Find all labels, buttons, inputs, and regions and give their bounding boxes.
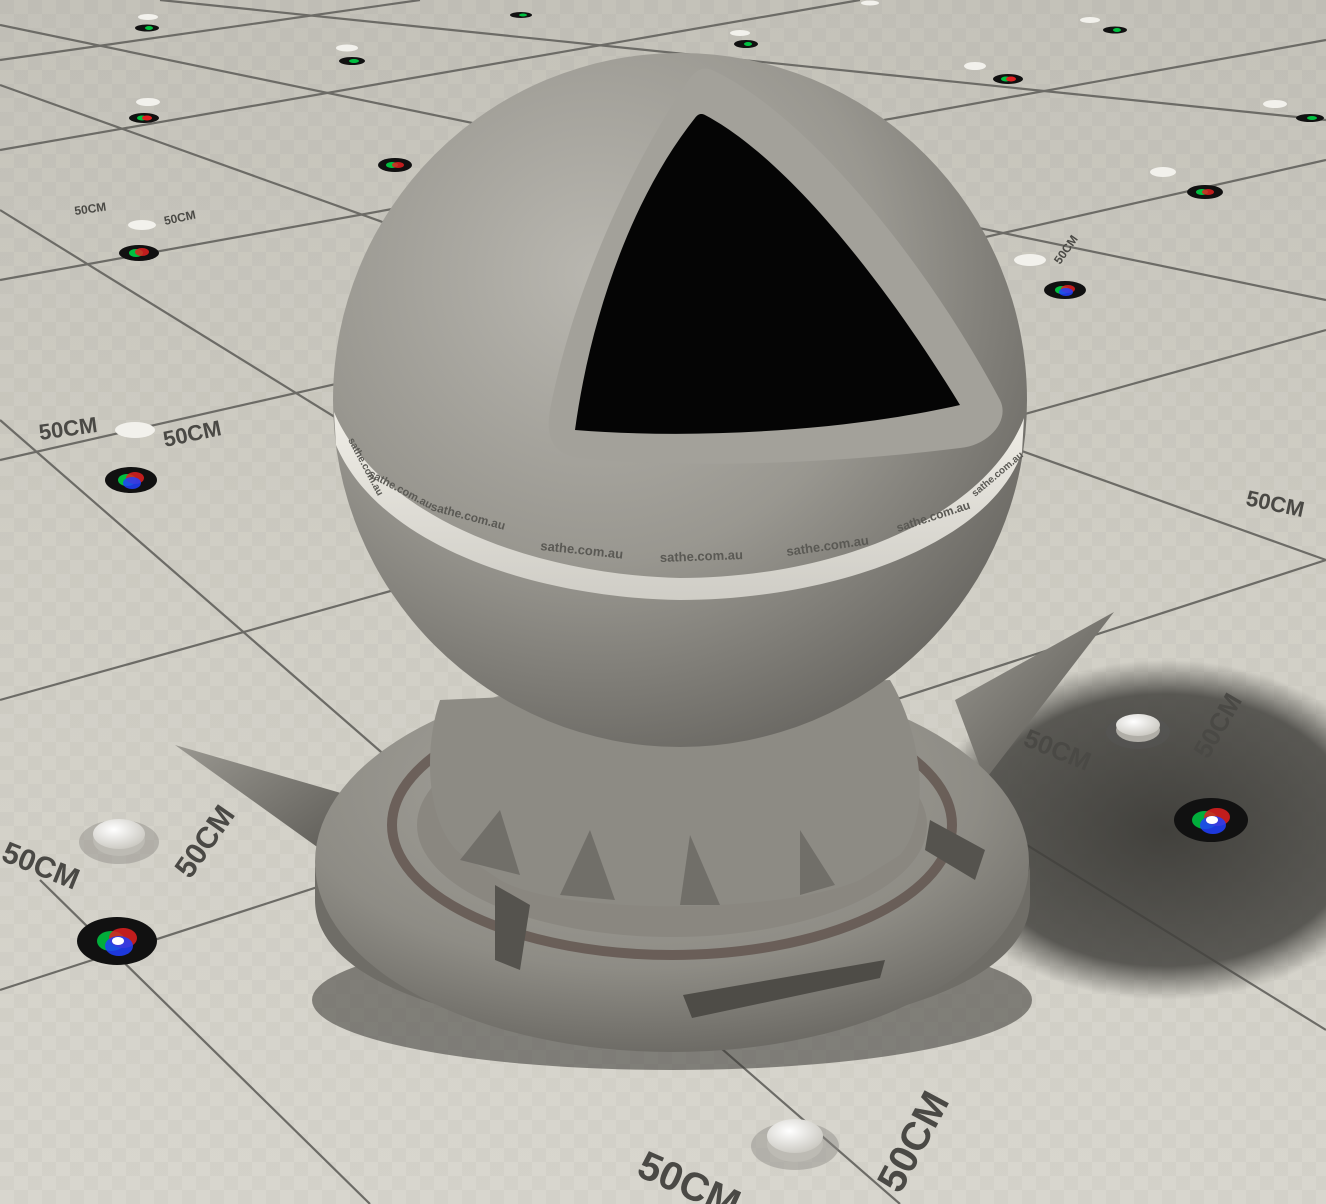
white-puck-icon xyxy=(138,14,158,20)
white-puck-icon xyxy=(861,0,879,6)
rgb-color-wheel-icon xyxy=(135,24,159,32)
material-preview-scene: 50CM 50CM 50CM 50CM 50CM 50CM 50CM 50CM … xyxy=(0,0,1326,1204)
rgb-color-wheel-icon xyxy=(105,467,157,493)
rgb-color-wheel-icon xyxy=(734,40,758,48)
rgb-color-wheel-icon xyxy=(1103,26,1127,34)
white-puck-icon xyxy=(964,62,986,70)
rgb-color-wheel-icon xyxy=(1174,798,1248,842)
rgb-color-wheel-icon xyxy=(993,74,1023,84)
white-puck-icon xyxy=(1080,17,1100,23)
rgb-color-wheel-icon xyxy=(77,917,157,965)
white-puck-icon xyxy=(1014,254,1046,266)
rgb-color-wheel-icon xyxy=(129,113,159,123)
white-puck-icon xyxy=(115,422,155,438)
rgb-color-wheel-icon xyxy=(1044,281,1086,299)
white-puck-icon xyxy=(136,98,160,106)
rgb-color-wheel-icon xyxy=(510,12,532,18)
white-puck-icon xyxy=(1150,167,1176,177)
rgb-color-wheel-icon xyxy=(339,57,365,65)
rgb-color-wheel-icon xyxy=(119,245,159,261)
white-puck-icon xyxy=(730,30,750,36)
band-label: sathe.com.au xyxy=(660,547,744,565)
white-puck-icon xyxy=(128,220,156,230)
rgb-color-wheel-icon xyxy=(1296,114,1324,122)
rgb-color-wheel-icon xyxy=(1187,185,1223,199)
rgb-color-wheel-icon xyxy=(378,158,412,172)
white-puck-icon xyxy=(336,44,358,52)
white-puck-icon xyxy=(1263,100,1287,108)
